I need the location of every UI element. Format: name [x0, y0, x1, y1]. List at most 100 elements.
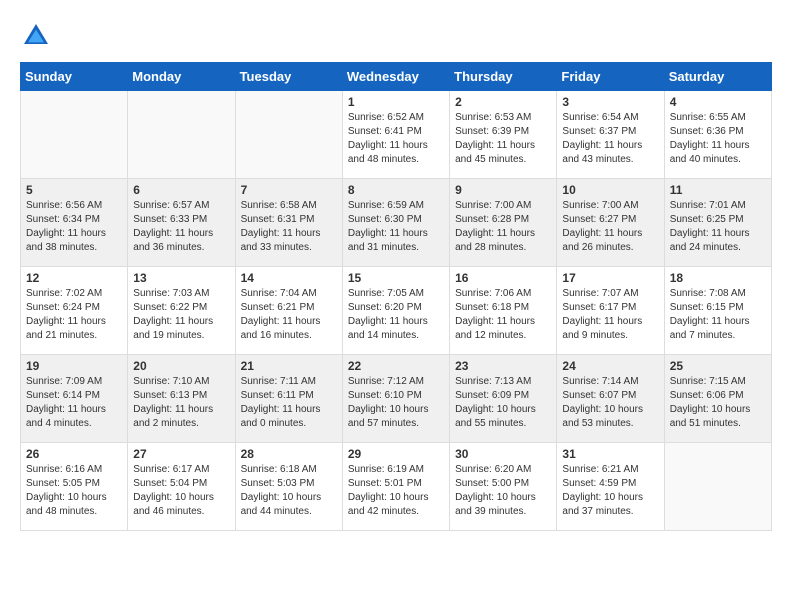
day-info: Sunrise: 6:52 AM Sunset: 6:41 PM Dayligh…: [348, 111, 444, 167]
day-number: 13: [133, 271, 229, 285]
day-number: 22: [348, 359, 444, 373]
day-info: Sunrise: 6:55 AM Sunset: 6:36 PM Dayligh…: [670, 111, 766, 167]
calendar-cell: 5 Sunrise: 6:56 AM Sunset: 6:34 PM Daylig…: [21, 179, 128, 267]
day-number: 1: [348, 95, 444, 109]
day-number: 30: [455, 447, 551, 461]
day-info: Sunrise: 7:01 AM Sunset: 6:25 PM Dayligh…: [670, 199, 766, 255]
calendar-cell: 12 Sunrise: 7:02 AM Sunset: 6:24 PM Dayli…: [21, 267, 128, 355]
day-number: 11: [670, 183, 766, 197]
day-info: Sunrise: 6:56 AM Sunset: 6:34 PM Dayligh…: [26, 199, 122, 255]
day-number: 10: [562, 183, 658, 197]
calendar-cell: 29 Sunrise: 6:19 AM Sunset: 5:01 PM Dayli…: [342, 443, 449, 531]
calendar-cell: 16 Sunrise: 7:06 AM Sunset: 6:18 PM Dayli…: [450, 267, 557, 355]
day-number: 16: [455, 271, 551, 285]
day-number: 8: [348, 183, 444, 197]
day-number: 27: [133, 447, 229, 461]
day-info: Sunrise: 7:10 AM Sunset: 6:13 PM Dayligh…: [133, 375, 229, 431]
day-number: 24: [562, 359, 658, 373]
day-number: 20: [133, 359, 229, 373]
calendar-week-row-1: 1 Sunrise: 6:52 AM Sunset: 6:41 PM Daylig…: [21, 91, 772, 179]
day-info: Sunrise: 7:08 AM Sunset: 6:15 PM Dayligh…: [670, 287, 766, 343]
day-number: 17: [562, 271, 658, 285]
calendar-cell: 27 Sunrise: 6:17 AM Sunset: 5:04 PM Dayli…: [128, 443, 235, 531]
day-number: 7: [241, 183, 337, 197]
day-info: Sunrise: 6:19 AM Sunset: 5:01 PM Dayligh…: [348, 463, 444, 519]
col-header-thursday: Thursday: [450, 63, 557, 91]
day-number: 5: [26, 183, 122, 197]
calendar-cell: 10Sunrise: 7:00 AM Sunset: 6:27 PM Dayli…: [557, 179, 664, 267]
day-number: 31: [562, 447, 658, 461]
col-header-monday: Monday: [128, 63, 235, 91]
page-header: [20, 20, 772, 52]
day-info: Sunrise: 7:05 AM Sunset: 6:20 PM Dayligh…: [348, 287, 444, 343]
day-number: 19: [26, 359, 122, 373]
day-number: 3: [562, 95, 658, 109]
calendar-cell: [235, 91, 342, 179]
calendar-table: SundayMondayTuesdayWednesdayThursdayFrid…: [20, 62, 772, 531]
day-info: Sunrise: 6:53 AM Sunset: 6:39 PM Dayligh…: [455, 111, 551, 167]
calendar-cell: 6 Sunrise: 6:57 AM Sunset: 6:33 PM Daylig…: [128, 179, 235, 267]
calendar-cell: 17 Sunrise: 7:07 AM Sunset: 6:17 PM Dayli…: [557, 267, 664, 355]
calendar-cell: 9Sunrise: 7:00 AM Sunset: 6:28 PM Daylig…: [450, 179, 557, 267]
day-info: Sunrise: 7:13 AM Sunset: 6:09 PM Dayligh…: [455, 375, 551, 431]
day-number: 18: [670, 271, 766, 285]
day-info: Sunrise: 7:02 AM Sunset: 6:24 PM Dayligh…: [26, 287, 122, 343]
calendar-cell: 8 Sunrise: 6:59 AM Sunset: 6:30 PM Daylig…: [342, 179, 449, 267]
day-info: Sunrise: 6:59 AM Sunset: 6:30 PM Dayligh…: [348, 199, 444, 255]
day-info: Sunrise: 6:16 AM Sunset: 5:05 PM Dayligh…: [26, 463, 122, 519]
col-header-tuesday: Tuesday: [235, 63, 342, 91]
calendar-week-row-5: 26 Sunrise: 6:16 AM Sunset: 5:05 PM Dayli…: [21, 443, 772, 531]
calendar-cell: 2 Sunrise: 6:53 AM Sunset: 6:39 PM Daylig…: [450, 91, 557, 179]
day-number: 4: [670, 95, 766, 109]
calendar-cell: 18 Sunrise: 7:08 AM Sunset: 6:15 PM Dayli…: [664, 267, 771, 355]
calendar-cell: 30 Sunrise: 6:20 AM Sunset: 5:00 PM Dayli…: [450, 443, 557, 531]
day-info: Sunrise: 7:14 AM Sunset: 6:07 PM Dayligh…: [562, 375, 658, 431]
day-info: Sunrise: 7:09 AM Sunset: 6:14 PM Dayligh…: [26, 375, 122, 431]
col-header-sunday: Sunday: [21, 63, 128, 91]
calendar-cell: 13 Sunrise: 7:03 AM Sunset: 6:22 PM Dayli…: [128, 267, 235, 355]
day-info: Sunrise: 6:21 AM Sunset: 4:59 PM Dayligh…: [562, 463, 658, 519]
calendar-cell: 7 Sunrise: 6:58 AM Sunset: 6:31 PM Daylig…: [235, 179, 342, 267]
day-info: Sunrise: 6:54 AM Sunset: 6:37 PM Dayligh…: [562, 111, 658, 167]
day-info: Sunrise: 7:00 AM Sunset: 6:28 PM Dayligh…: [455, 199, 551, 255]
logo-icon: [20, 20, 52, 52]
day-number: 6: [133, 183, 229, 197]
day-info: Sunrise: 7:07 AM Sunset: 6:17 PM Dayligh…: [562, 287, 658, 343]
day-info: Sunrise: 6:57 AM Sunset: 6:33 PM Dayligh…: [133, 199, 229, 255]
calendar-cell: [664, 443, 771, 531]
calendar-week-row-4: 19 Sunrise: 7:09 AM Sunset: 6:14 PM Dayli…: [21, 355, 772, 443]
calendar-cell: 19 Sunrise: 7:09 AM Sunset: 6:14 PM Dayli…: [21, 355, 128, 443]
day-number: 2: [455, 95, 551, 109]
day-number: 14: [241, 271, 337, 285]
day-info: Sunrise: 7:03 AM Sunset: 6:22 PM Dayligh…: [133, 287, 229, 343]
day-info: Sunrise: 6:20 AM Sunset: 5:00 PM Dayligh…: [455, 463, 551, 519]
calendar-week-row-3: 12 Sunrise: 7:02 AM Sunset: 6:24 PM Dayli…: [21, 267, 772, 355]
day-info: Sunrise: 6:17 AM Sunset: 5:04 PM Dayligh…: [133, 463, 229, 519]
calendar-week-row-2: 5 Sunrise: 6:56 AM Sunset: 6:34 PM Daylig…: [21, 179, 772, 267]
day-info: Sunrise: 7:11 AM Sunset: 6:11 PM Dayligh…: [241, 375, 337, 431]
calendar-cell: 4 Sunrise: 6:55 AM Sunset: 6:36 PM Daylig…: [664, 91, 771, 179]
calendar-cell: 14Sunrise: 7:04 AM Sunset: 6:21 PM Dayli…: [235, 267, 342, 355]
calendar-cell: 28Sunrise: 6:18 AM Sunset: 5:03 PM Dayli…: [235, 443, 342, 531]
calendar-cell: 1 Sunrise: 6:52 AM Sunset: 6:41 PM Daylig…: [342, 91, 449, 179]
day-number: 29: [348, 447, 444, 461]
calendar-cell: [128, 91, 235, 179]
day-number: 23: [455, 359, 551, 373]
calendar-cell: 31 Sunrise: 6:21 AM Sunset: 4:59 PM Dayli…: [557, 443, 664, 531]
day-info: Sunrise: 6:58 AM Sunset: 6:31 PM Dayligh…: [241, 199, 337, 255]
calendar-cell: 3 Sunrise: 6:54 AM Sunset: 6:37 PM Daylig…: [557, 91, 664, 179]
col-header-friday: Friday: [557, 63, 664, 91]
calendar-cell: 22Sunrise: 7:12 AM Sunset: 6:10 PM Dayli…: [342, 355, 449, 443]
calendar-cell: 20 Sunrise: 7:10 AM Sunset: 6:13 PM Dayli…: [128, 355, 235, 443]
calendar-cell: 24 Sunrise: 7:14 AM Sunset: 6:07 PM Dayli…: [557, 355, 664, 443]
calendar-cell: 25Sunrise: 7:15 AM Sunset: 6:06 PM Dayli…: [664, 355, 771, 443]
day-number: 28: [241, 447, 337, 461]
day-number: 12: [26, 271, 122, 285]
logo: [20, 20, 56, 52]
calendar-header-row: SundayMondayTuesdayWednesdayThursdayFrid…: [21, 63, 772, 91]
day-info: Sunrise: 7:06 AM Sunset: 6:18 PM Dayligh…: [455, 287, 551, 343]
day-info: Sunrise: 7:15 AM Sunset: 6:06 PM Dayligh…: [670, 375, 766, 431]
day-number: 26: [26, 447, 122, 461]
calendar-cell: 26 Sunrise: 6:16 AM Sunset: 5:05 PM Dayli…: [21, 443, 128, 531]
day-number: 21: [241, 359, 337, 373]
